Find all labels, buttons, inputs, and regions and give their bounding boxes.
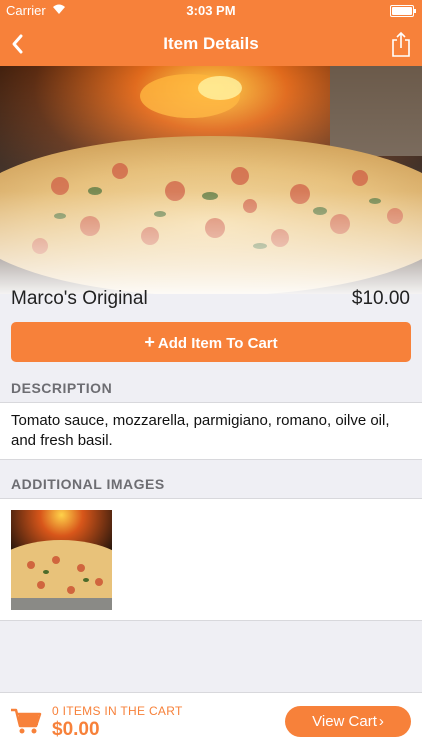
battery-icon bbox=[390, 5, 416, 17]
status-time: 3:03 PM bbox=[186, 3, 236, 18]
description-header-label: DESCRIPTION bbox=[11, 380, 113, 396]
additional-images-section-header: ADDITIONAL IMAGES bbox=[0, 468, 422, 498]
item-name: Marco's Original bbox=[11, 288, 148, 309]
description-section-header: DESCRIPTION bbox=[0, 372, 422, 402]
additional-image-thumbnail[interactable] bbox=[11, 510, 112, 610]
add-to-cart-label: Add Item To Cart bbox=[157, 335, 278, 352]
description-text: Tomato sauce, mozzarella, parmigiano, ro… bbox=[11, 412, 390, 449]
cart-item-count: 0 ITEMS IN THE CART bbox=[52, 704, 183, 718]
item-hero-image bbox=[0, 66, 422, 294]
chevron-right-icon: › bbox=[378, 713, 384, 730]
page-title: Item Details bbox=[163, 34, 259, 53]
app-header: Carrier 3:03 PM Item Details bbox=[0, 0, 422, 66]
add-to-cart-button[interactable]: + Add Item To Cart bbox=[11, 322, 411, 362]
cart-footer: 0 ITEMS IN THE CART $0.00 View Cart › bbox=[0, 692, 422, 750]
view-cart-label: View Cart bbox=[312, 713, 377, 730]
share-icon[interactable] bbox=[390, 30, 412, 58]
additional-images-box bbox=[0, 498, 422, 621]
description-box: Tomato sauce, mozzarella, parmigiano, ro… bbox=[0, 402, 422, 460]
item-title-row: Marco's Original $10.00 bbox=[0, 282, 422, 318]
nav-bar: Item Details bbox=[0, 22, 422, 66]
additional-images-header-label: ADDITIONAL IMAGES bbox=[11, 476, 165, 492]
plus-icon: + bbox=[144, 332, 155, 352]
cart-total: $0.00 bbox=[52, 719, 100, 740]
status-bar: Carrier 3:03 PM bbox=[0, 0, 422, 22]
view-cart-button[interactable]: View Cart › bbox=[285, 706, 411, 737]
cart-icon[interactable] bbox=[10, 707, 42, 735]
item-price: $10.00 bbox=[351, 288, 410, 309]
